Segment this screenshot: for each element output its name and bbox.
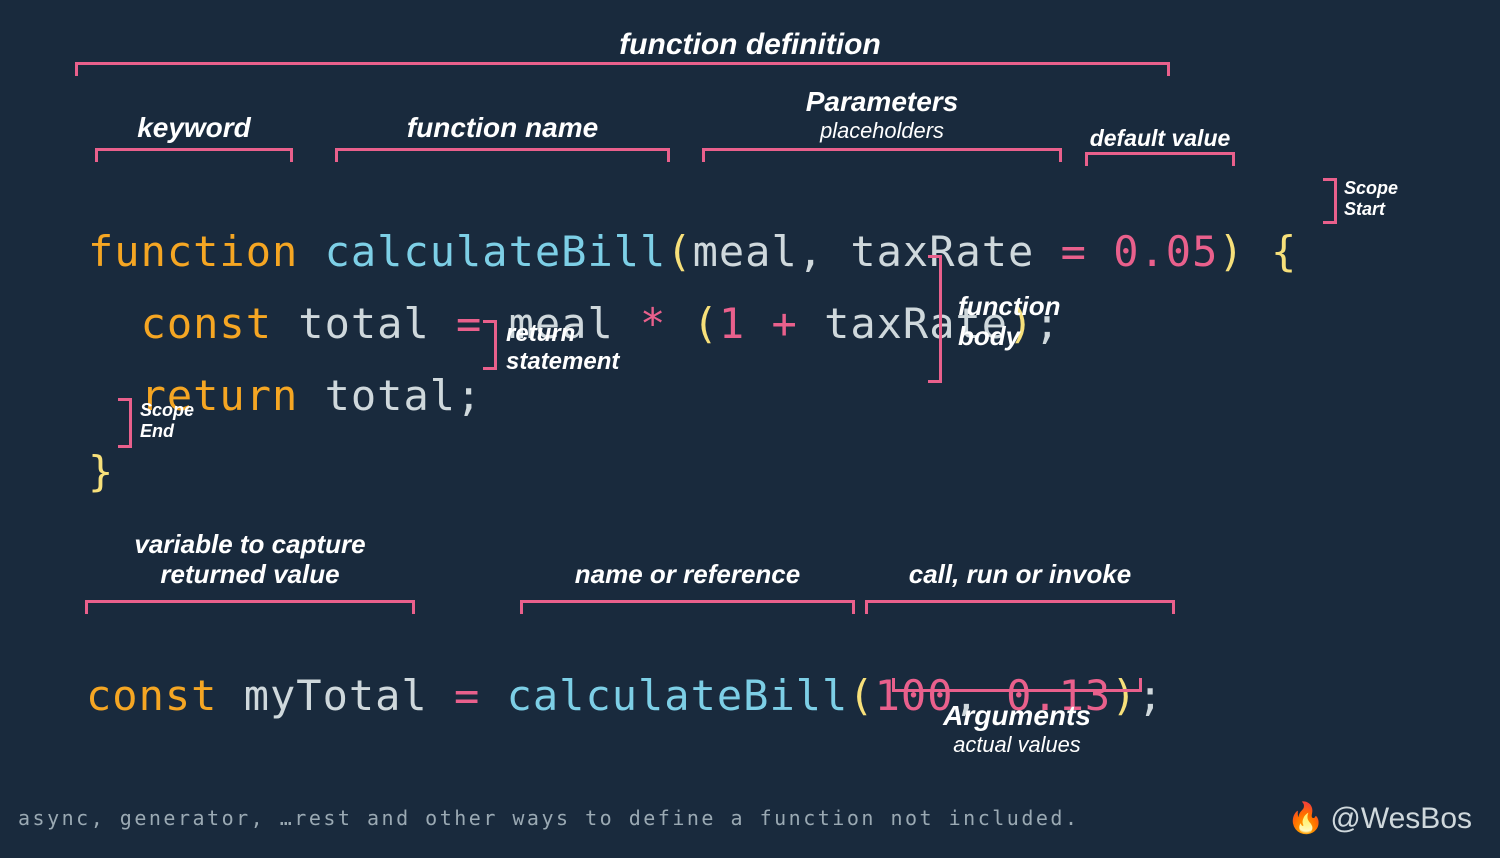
- label-parameters-sub: placeholders: [702, 118, 1062, 143]
- label-return-l2: statement: [506, 348, 619, 375]
- footer-note: async, generator, …rest and other ways t…: [18, 806, 1080, 830]
- author-handle: 🔥@WesBos: [1287, 801, 1472, 836]
- tok-rparen: ): [1218, 227, 1244, 276]
- tok-space: [1245, 227, 1271, 276]
- label-var-capture-l1: variable to capture: [134, 529, 365, 559]
- tok-lp-2: (: [693, 299, 719, 348]
- tok-rbrace: }: [88, 447, 114, 496]
- label-body: function body: [958, 292, 1061, 352]
- bracket-return: [483, 320, 497, 370]
- bracket-keyword: [95, 148, 293, 162]
- tok-one: 1: [719, 299, 772, 348]
- bracket-var-capture: [85, 600, 415, 614]
- label-scope-start: Scope Start: [1344, 178, 1398, 219]
- tok-eq-1: =: [1061, 227, 1114, 276]
- label-scope-end: Scope End: [140, 400, 194, 441]
- fire-icon: 🔥: [1287, 802, 1324, 835]
- handle-text: @WesBos: [1330, 802, 1472, 835]
- bracket-arguments: [892, 678, 1142, 692]
- label-call-invoke: call, run or invoke: [865, 560, 1175, 590]
- label-arguments-text: Arguments: [943, 700, 1091, 731]
- label-function-name: function name: [335, 112, 670, 144]
- label-scope-start-l2: Start: [1344, 199, 1385, 219]
- bracket-function-name: [335, 148, 670, 162]
- bracket-name-ref: [520, 600, 855, 614]
- label-arguments: Arguments actual values: [892, 700, 1142, 757]
- label-name-ref: name or reference: [520, 560, 855, 590]
- bracket-scope-start: [1323, 178, 1337, 224]
- label-var-capture: variable to capture returned value: [85, 530, 415, 590]
- tok-mytotal: myTotal: [244, 671, 454, 720]
- tok-fn-call: calculateBill: [507, 671, 849, 720]
- code-line-4: }: [88, 398, 114, 496]
- tok-total-3: total: [325, 371, 456, 420]
- label-return-l1: return: [506, 320, 575, 347]
- label-default-value: default value: [1080, 125, 1240, 151]
- label-function-definition: function definition: [0, 28, 1500, 63]
- label-return: return statement: [506, 320, 619, 375]
- bracket-default-value: [1085, 152, 1235, 166]
- label-arguments-sub: actual values: [892, 732, 1142, 757]
- tok-const-5: const: [86, 671, 244, 720]
- label-scope-start-l1: Scope: [1344, 178, 1398, 198]
- tok-mul: *: [640, 299, 693, 348]
- tok-semi-3: ;: [456, 371, 482, 420]
- tok-lbrace: {: [1271, 227, 1297, 276]
- tok-default-num: 0.05: [1113, 227, 1218, 276]
- bracket-call-invoke: [865, 600, 1175, 614]
- tok-plus: +: [771, 299, 824, 348]
- label-keyword: keyword: [95, 112, 293, 144]
- label-var-capture-l2: returned value: [160, 559, 339, 589]
- bracket-parameters: [702, 148, 1062, 162]
- label-body-l1: function: [958, 291, 1061, 321]
- label-scope-end-l2: End: [140, 421, 174, 441]
- bracket-function-definition: [75, 62, 1170, 76]
- tok-lp-5: (: [848, 671, 874, 720]
- label-parameters: Parameters placeholders: [702, 86, 1062, 143]
- tok-eq-5: =: [454, 671, 507, 720]
- label-scope-end-l1: Scope: [140, 400, 194, 420]
- label-parameters-text: Parameters: [806, 86, 959, 117]
- label-body-l2: body: [958, 321, 1020, 351]
- bracket-scope-end: [118, 398, 132, 448]
- bracket-body: [928, 255, 942, 383]
